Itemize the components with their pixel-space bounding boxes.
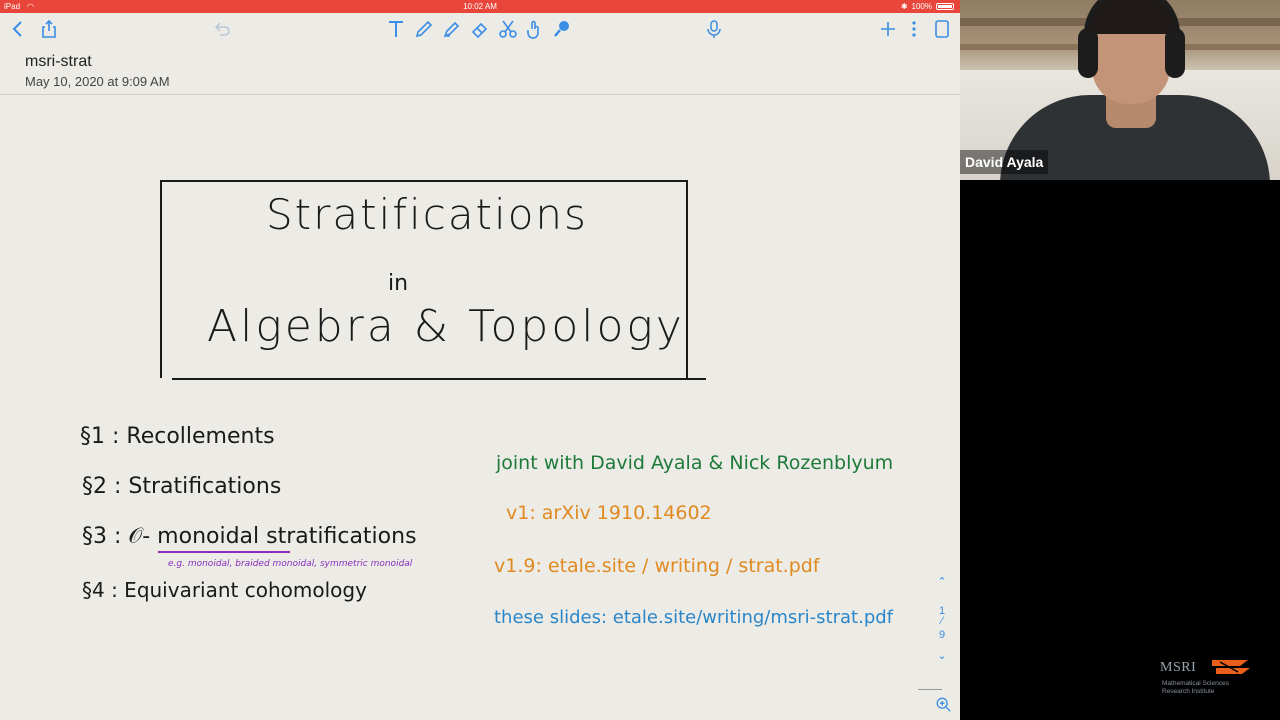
battery-percent: 100% (911, 2, 932, 11)
note-header: msri-strat May 10, 2020 at 9:09 AM (0, 45, 960, 95)
pencil-icon[interactable] (412, 17, 436, 41)
note-title[interactable]: msri-strat (25, 53, 92, 71)
section-3: §3 : 𝒪- monoidal stratifications (82, 524, 417, 549)
headphone-right (1165, 28, 1185, 78)
msri-mark-icon (1212, 660, 1250, 674)
status-right: ✱ 100% (901, 0, 954, 13)
msri-logo-text: MSRI (1160, 660, 1197, 675)
msri-subtitle-line2: Research Institute (1162, 688, 1215, 695)
share-icon[interactable] (37, 17, 61, 41)
slide-title-line2: in (388, 271, 409, 296)
speaker-name-label: David Ayala (960, 150, 1049, 174)
touch-icon[interactable] (522, 17, 546, 41)
status-bar: iPad ◠ 10:02 AM ✱ 100% (0, 0, 960, 13)
page-up-icon[interactable]: ⌃ (930, 575, 954, 591)
status-time: 10:02 AM (463, 2, 497, 11)
divider (918, 689, 942, 690)
page-separator: ⁄ (941, 615, 943, 627)
headphone-left (1078, 28, 1098, 78)
scissors-icon[interactable] (496, 17, 520, 41)
microphone-icon[interactable] (702, 17, 726, 41)
title-box-bottom-line (172, 378, 706, 380)
add-icon[interactable] (876, 17, 900, 41)
section-1: §1 : Recollements (80, 424, 275, 449)
more-icon[interactable] (902, 17, 926, 41)
slides-link: these slides: etale.site/writing/msri-st… (494, 607, 894, 628)
undo-icon[interactable] (210, 17, 234, 41)
handwriting-canvas[interactable]: Stratifications in Algebra & Topology §1… (0, 96, 960, 720)
text-tool-icon[interactable] (384, 17, 408, 41)
msri-subtitle-line1: Mathematical Sciences (1162, 680, 1229, 687)
section-3-note: e.g. monoidal, braided monoidal, symmetr… (168, 559, 413, 569)
v1-reference: v1: arXiv 1910.14602 (506, 502, 712, 524)
v19-reference: v1.9: etale.site / writing / strat.pdf (494, 555, 820, 577)
section-2: §2 : Stratifications (82, 474, 282, 499)
eraser-icon[interactable] (468, 17, 492, 41)
toolbar (0, 13, 960, 45)
page-icon[interactable] (930, 17, 954, 41)
highlighter-icon[interactable] (440, 17, 464, 41)
battery-icon (936, 3, 954, 10)
page-navigator: ⌃ 1 ⁄ 9 ⌄ (930, 575, 954, 670)
msri-logo-subtitle: Mathematical Sciences Research Institute (1162, 680, 1229, 696)
section-3-underline (158, 551, 290, 553)
section-4: §4 : Equivariant cohomology (82, 578, 367, 602)
note-date: May 10, 2020 at 9:09 AM (25, 74, 170, 89)
page-down-icon[interactable]: ⌄ (930, 649, 954, 665)
back-chevron-icon[interactable] (6, 17, 30, 41)
zoom-icon[interactable] (930, 692, 958, 718)
slide-title-line1: Stratifications (266, 190, 588, 239)
slide-title-line3: Algebra & Topology (207, 301, 685, 352)
ipad-screen: iPad ◠ 10:02 AM ✱ 100% msri-strat May 10… (0, 0, 960, 720)
page-total: 9 (938, 629, 946, 641)
speaker-video: David Ayala (960, 0, 1280, 180)
lasso-icon[interactable] (550, 17, 574, 41)
bluetooth-icon: ✱ (900, 2, 908, 11)
msri-logo: MSRI Mathematical Sciences Research Inst… (1160, 656, 1270, 702)
joint-authors: joint with David Ayala & Nick Rozenblyum (496, 452, 894, 474)
